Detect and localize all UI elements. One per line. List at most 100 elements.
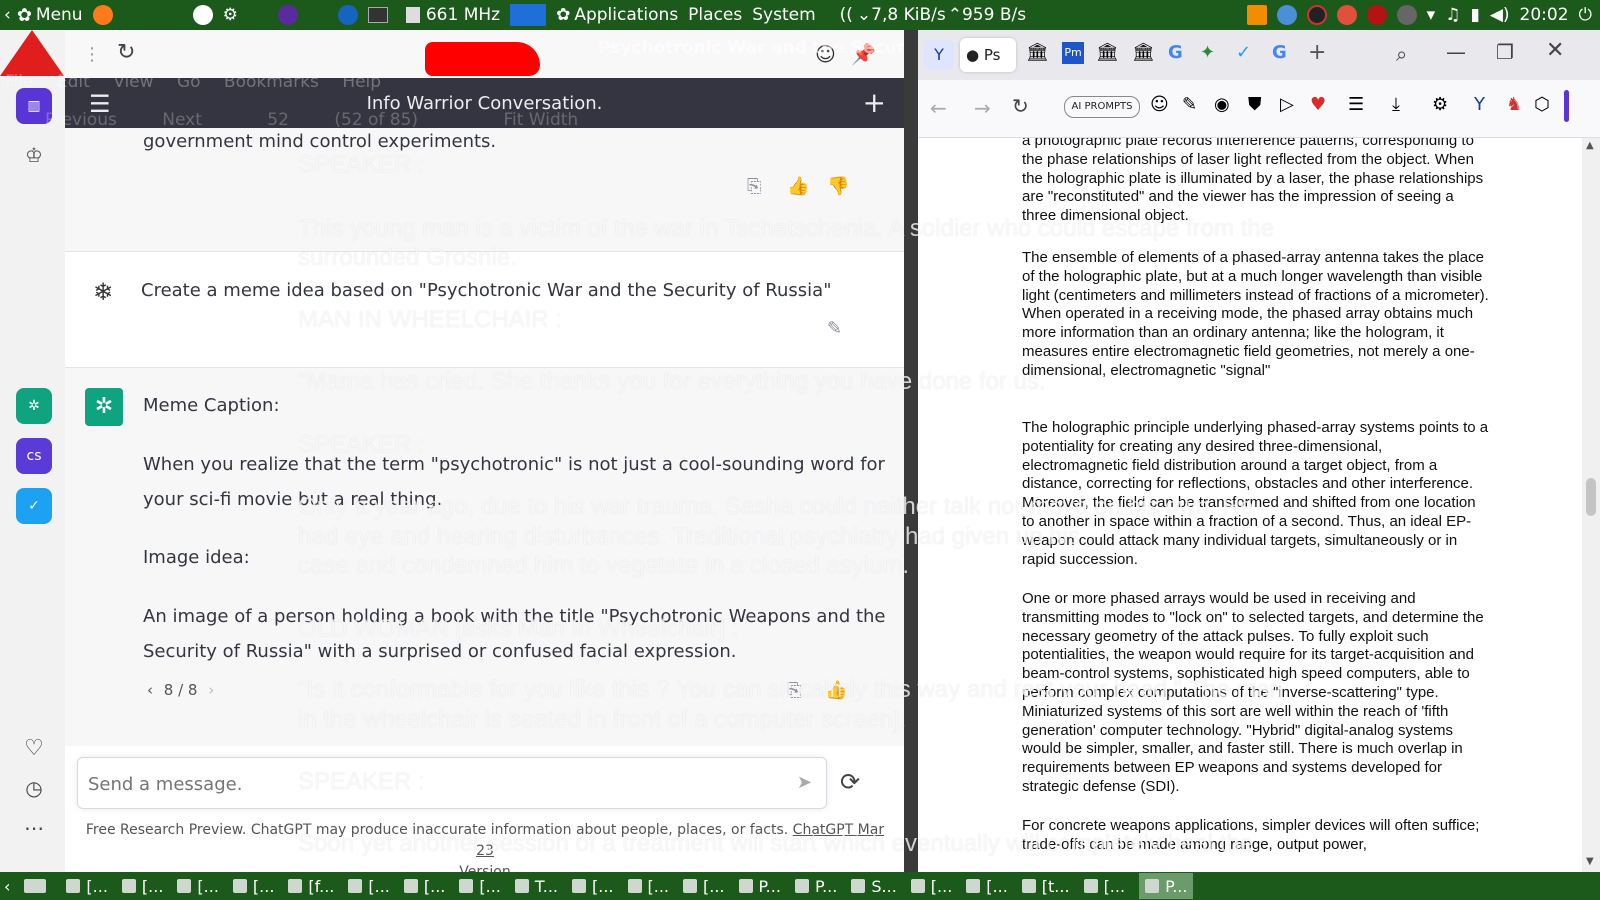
tray-red-icon[interactable]	[1306, 5, 1327, 25]
cs-app-icon[interactable]: cs	[16, 438, 52, 474]
minimize-icon[interactable]: —	[1446, 40, 1466, 64]
tab-extension-icon[interactable]: ✦	[1200, 42, 1215, 63]
scroll-thumb[interactable]	[1586, 478, 1596, 516]
favorites-heart-icon[interactable]: ♡	[16, 730, 52, 766]
taskbar-item[interactable]: P...	[794, 877, 837, 896]
search-icon[interactable]: ⌕	[1396, 42, 1407, 66]
tab-pm-icon[interactable]: Pm	[1062, 42, 1084, 64]
response-pager[interactable]: ‹ 8 / 8 ›	[147, 681, 214, 699]
taskbar-item[interactable]: [...	[403, 877, 445, 896]
shield-icon[interactable]: ⛊	[1248, 94, 1262, 115]
taskbar-item[interactable]: [...	[627, 877, 669, 896]
taskbar-item[interactable]: [f...	[288, 877, 334, 896]
taskbar-item[interactable]: [...	[121, 877, 163, 896]
edit-icon[interactable]: ✎	[1182, 94, 1197, 115]
pin-icon[interactable]: 📌	[851, 42, 876, 66]
scroll-down-arrow-icon[interactable]: ▼	[1586, 856, 1594, 867]
taskbar-item[interactable]: [...	[232, 877, 274, 896]
extension-v-icon[interactable]: Y	[1474, 94, 1485, 115]
taskbar-item[interactable]: [...	[683, 877, 725, 896]
copy-icon[interactable]: ⎘	[747, 176, 761, 197]
pager-prev-icon[interactable]: ‹	[147, 681, 153, 699]
close-icon[interactable]: ✕	[1546, 38, 1564, 63]
taskbar-item[interactable]: [...	[66, 877, 108, 896]
taskbar-item[interactable]: P...	[738, 877, 781, 896]
taskbar-item[interactable]: [...	[966, 877, 1008, 896]
taskbar-item-active[interactable]: P...	[1139, 873, 1194, 899]
extension-bird-icon[interactable]: ♞	[1506, 94, 1522, 115]
thumbs-up-icon[interactable]: 👍	[787, 176, 809, 197]
thumbs-up-icon[interactable]: 👍	[825, 680, 847, 701]
send-icon[interactable]: ➤	[797, 772, 812, 793]
power-icon[interactable]: ⏻	[1579, 5, 1592, 25]
tray-badge-icon[interactable]	[1336, 5, 1357, 25]
tab-archive-icon-1[interactable]: 🏛	[1026, 42, 1049, 63]
regenerate-icon[interactable]: ⟳	[840, 768, 860, 796]
scroll-up-arrow-icon[interactable]: ▲	[1586, 140, 1594, 151]
volume-icon[interactable]: ◀)	[1490, 5, 1510, 25]
menu-button[interactable]: ✿ Menu	[17, 5, 83, 26]
back-arrow-icon[interactable]: ←	[930, 96, 947, 120]
hamburger-menu-icon[interactable]: ☰	[89, 90, 111, 118]
reader-book-icon[interactable]: ▥	[16, 88, 52, 124]
taskbar-item[interactable]: [...	[1083, 877, 1125, 896]
wifi-tray-icon[interactable]: ▾	[1427, 5, 1436, 25]
tray-ruby-icon[interactable]	[1366, 5, 1387, 25]
edit-icon[interactable]: ✎	[827, 318, 842, 339]
pdf-scrollbar[interactable]: ▲ ▼	[1582, 138, 1600, 872]
emoji-icon[interactable]: ☺	[1150, 94, 1169, 115]
applications-menu[interactable]: ✿ Applications	[556, 5, 678, 25]
taskbar-item[interactable]: [...	[910, 877, 952, 896]
places-menu[interactable]: Places	[688, 5, 742, 25]
tab-archive-icon-3[interactable]: 🏛	[1132, 42, 1155, 63]
crown-icon[interactable]: ♔	[16, 137, 52, 173]
notifications-bell-icon[interactable]: ♫	[1445, 5, 1460, 25]
pager-next-icon[interactable]: ›	[208, 681, 214, 699]
taskbar-item[interactable]: [t...	[1021, 877, 1070, 896]
ai-prompts-button[interactable]: AI PROMPTS	[1064, 96, 1140, 118]
taskbar-item[interactable]: S...	[851, 877, 897, 896]
launcher-a-icon[interactable]	[192, 5, 213, 25]
settings-sliders-icon[interactable]: ⚙	[1432, 94, 1448, 115]
active-tab[interactable]: ● Ps	[960, 38, 1016, 72]
app-launcher-purple-icon[interactable]	[277, 5, 298, 25]
taskbar-item[interactable]: [...	[459, 877, 501, 896]
tray-info-icon[interactable]	[1396, 5, 1417, 25]
extension-v-icon[interactable]: Y	[924, 40, 954, 70]
tab-twitter-icon[interactable]: ✓	[1236, 42, 1251, 63]
clock[interactable]: 20:02	[1520, 5, 1569, 25]
new-chat-plus-icon[interactable]: +	[863, 86, 886, 119]
forward-arrow-icon[interactable]: →	[974, 96, 991, 120]
thumbs-down-icon[interactable]: 👎	[827, 176, 849, 197]
emoji-icon[interactable]: ☺	[815, 42, 836, 66]
reload-icon[interactable]: ↻	[117, 40, 135, 65]
new-tab-plus-icon[interactable]: +	[1308, 40, 1326, 65]
more-dots-icon[interactable]: ⋯	[16, 810, 52, 846]
extension-cube-icon[interactable]: ⬡	[1534, 94, 1550, 115]
history-clock-icon[interactable]: ◷	[16, 770, 52, 806]
system-menu[interactable]: System	[752, 5, 815, 25]
vlc-tray-icon[interactable]	[1246, 5, 1267, 25]
taskbar-item[interactable]: [...	[572, 877, 614, 896]
firefox-launcher-icon[interactable]	[92, 5, 113, 25]
panel-back-arrow-icon[interactable]: ‹	[4, 5, 11, 25]
restore-icon[interactable]: ❐	[1496, 40, 1514, 64]
show-desktop-icon[interactable]	[24, 879, 52, 893]
heart-icon[interactable]: ♥	[1310, 94, 1326, 115]
reload-icon[interactable]: ↻	[1012, 94, 1029, 118]
taskbar-left-arrow-icon[interactable]: ‹	[4, 877, 10, 896]
screenshot-camera-icon[interactable]: ◉	[1214, 94, 1230, 115]
message-input[interactable]	[88, 770, 768, 798]
opera-launcher-icon[interactable]	[337, 5, 358, 25]
tab-archive-icon-2[interactable]: 🏛	[1096, 42, 1119, 63]
qbittorrent-tray-icon[interactable]	[1276, 5, 1297, 25]
twitter-sidebar-icon[interactable]: ✓	[16, 488, 52, 524]
settings-gear-icon[interactable]: ⚙	[223, 5, 238, 25]
download-icon[interactable]: ⤓	[1392, 94, 1400, 115]
taskbar-item[interactable]: [...	[348, 877, 390, 896]
copy-icon[interactable]: ⎘	[787, 680, 801, 701]
drag-handle-icon[interactable]: ⋮	[83, 44, 101, 65]
chatgpt-sidebar-icon[interactable]: ✲	[16, 388, 52, 424]
tab-google-icon-2[interactable]: G	[1272, 42, 1287, 63]
tab-google-icon-1[interactable]: G	[1168, 42, 1183, 63]
